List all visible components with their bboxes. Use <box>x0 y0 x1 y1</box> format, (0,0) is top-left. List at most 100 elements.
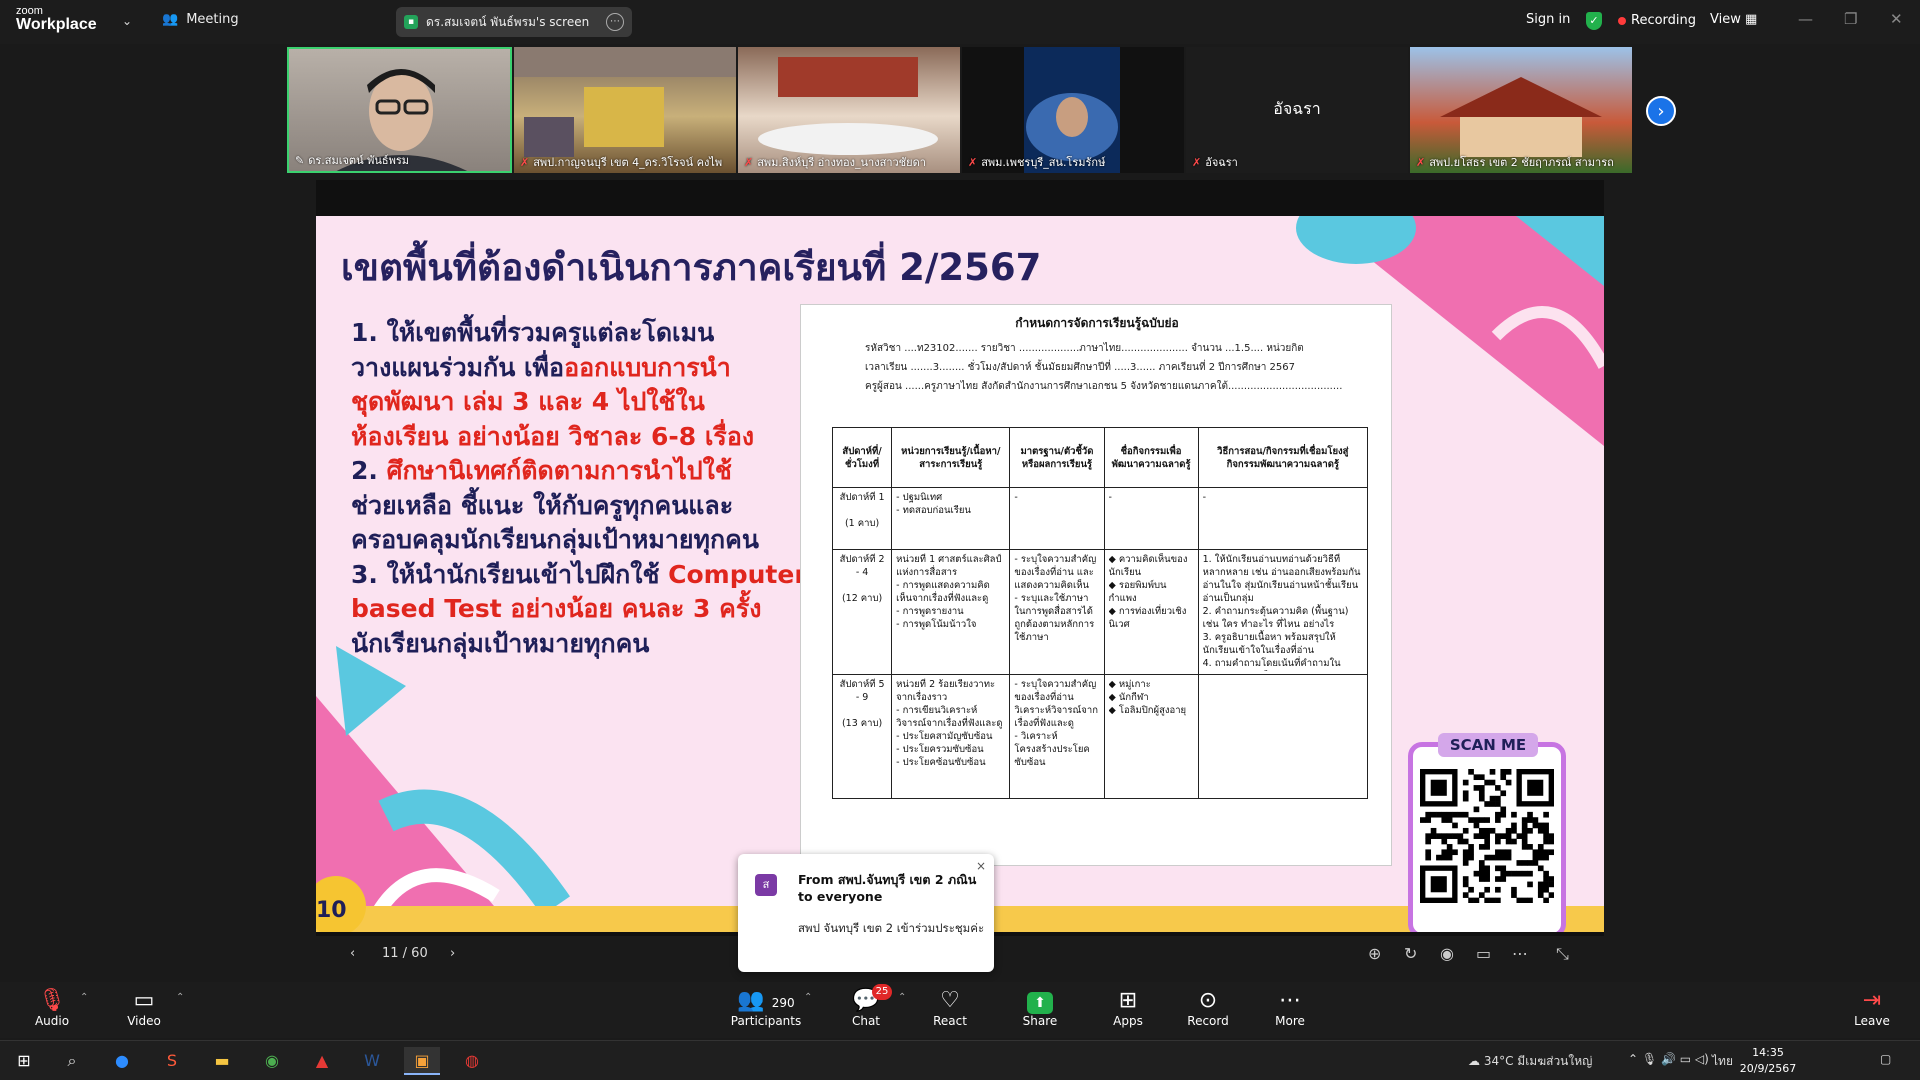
zoom-app-icon[interactable]: ● <box>104 1047 140 1075</box>
doc-title: กำหนดการจัดการเรียนรู้ฉบับย่อ <box>1015 316 1179 330</box>
apps-label: Apps <box>1113 1014 1143 1028</box>
table-cell: หน่วยที่ 2 ร้อยเรียงวาทะจากเรื่องราว - ก… <box>891 674 1011 799</box>
table-cell: - <box>1197 487 1369 550</box>
language-indicator[interactable]: ไทย <box>1712 1052 1733 1071</box>
table-cell: - <box>1103 487 1199 550</box>
mic-muted-icon: ✗ <box>744 155 754 169</box>
record-label: Record <box>1187 1014 1229 1028</box>
apps-button[interactable]: ⊞ Apps <box>1088 988 1168 1028</box>
chevron-up-icon[interactable]: ⌃ <box>80 992 88 1003</box>
more-options-icon[interactable]: ⋯ <box>606 13 624 31</box>
table-cell: สัปดาห์ที่ 5 - 9 (13 คาบ) <box>831 674 893 799</box>
chevron-down-icon[interactable]: ⌄ <box>122 14 132 28</box>
mic-icon: 🎙 <box>1641 1052 1658 1066</box>
notifications-icon[interactable]: ▢ <box>1880 1052 1891 1066</box>
participant-name: ✗ สพป.ยโสธร เขต 2 ชัยฤาภรณ์ สามารถ <box>1416 155 1614 170</box>
chat-button[interactable]: 💬 25 Chat ⌃ <box>826 984 906 1028</box>
view-button[interactable]: View ▦ <box>1710 12 1757 27</box>
share-source-icon: ▪ <box>404 15 418 29</box>
video-button[interactable]: ▭ Video ⌃ <box>104 988 184 1028</box>
chat-notification[interactable]: ส From สพป.จันทบุรี เขต 2 ภณิน to everyo… <box>738 854 994 972</box>
exit-fullscreen-icon[interactable]: ⤡ <box>1556 944 1569 964</box>
chrome-icon[interactable]: ◉ <box>254 1047 290 1075</box>
participant-name: ✗ สพป.กาญจนบุรี เขต 4_ดร.วิโรจน์ คงไพ <box>520 155 723 170</box>
apps-icon: ⊞ <box>1118 988 1138 1013</box>
rotate-icon[interactable]: ↻ <box>1404 944 1417 963</box>
chevron-up-icon[interactable]: ⌃ <box>176 992 184 1003</box>
next-slide-button[interactable]: › <box>450 946 455 961</box>
word-app-icon[interactable]: W <box>354 1047 390 1075</box>
participants-icon: 👥 290 <box>737 988 795 1013</box>
slide-text-span: based Test อย่างน้อย คนละ 3 ครั้ง <box>351 594 762 623</box>
chevron-up-icon[interactable]: ⌃ <box>898 992 906 1003</box>
audio-share-icon[interactable]: ◉ <box>1440 944 1454 963</box>
slide-text-span: ครอบคลุมนักเรียนกลุ่มเป้าหมายทุกคน <box>351 525 759 554</box>
close-icon[interactable]: ✕ <box>1890 10 1903 28</box>
search-icon[interactable]: ⌕ <box>54 1047 90 1075</box>
video-tile[interactable]: ✗ สพม.สิงห์บุรี อ่างทอง_นางสาวชัยดา <box>738 47 960 173</box>
date-text: 20/9/2567 <box>1739 1062 1797 1075</box>
table-cell-text: หน่วยที่ 2 ร้อยเรียงวาทะจากเรื่องราว - ก… <box>896 679 1003 768</box>
pdf-app-icon[interactable]: ▲ <box>304 1047 340 1075</box>
table-cell: ◆ ความคิดเห็นของนักเรียน ◆ รอยพิมพ์บนกำแ… <box>1103 549 1199 675</box>
video-tile[interactable]: ✗ สพม.เพชรบุรี_สน.โรมรักษ์ <box>962 47 1184 173</box>
window-icon[interactable]: ▭ <box>1476 944 1491 963</box>
mic-muted-icon: ✗ <box>968 155 978 169</box>
slide-text-span: ออกแบบการนำ <box>564 352 731 382</box>
table-row: สัปดาห์ที่ 1 (1 คาบ) - ปฐมนิเทศ - ทดสอบก่… <box>831 487 1369 550</box>
mic-muted-icon: ✗ <box>1192 155 1202 169</box>
react-button[interactable]: ♡ React <box>910 988 990 1028</box>
audio-button[interactable]: 🎙 Audio ⌃ <box>12 988 92 1028</box>
participants-button[interactable]: 👥 290 Participants ⌃ <box>716 988 816 1028</box>
table-cell: 1. ให้นักเรียนอ่านบทอ่านด้วยวิธีที่หลากห… <box>1197 549 1369 675</box>
sign-in-link[interactable]: Sign in <box>1526 12 1570 27</box>
security-shield-icon[interactable]: ✓ <box>1586 12 1602 30</box>
zoom-logo: zoom Workplace <box>16 6 97 33</box>
participant-name: ✎ ดร.สมเจตน์ พันธ์พรม <box>295 153 409 168</box>
meeting-menu-button[interactable]: 👥 Meeting <box>162 12 239 27</box>
leave-button[interactable]: ⇥ Leave <box>1832 988 1912 1028</box>
presentation-slide: 10 เขตพื้นที่ต้องดำเนินการภาคเรียนที่ 2/… <box>316 216 1604 932</box>
video-tile[interactable]: ✗ สพป.ยโสธร เขต 2 ชัยฤาภรณ์ สามารถ <box>1410 47 1632 173</box>
video-label: Video <box>127 1014 161 1028</box>
presentation-app-icon[interactable]: ▣ <box>404 1047 440 1075</box>
close-icon[interactable]: × <box>976 859 986 873</box>
clock[interactable]: 14:35 20/9/2567 <box>1738 1045 1798 1077</box>
heart-icon: ♡ <box>940 988 960 1013</box>
video-tile[interactable]: ✗ สพป.กาญจนบุรี เขต 4_ดร.วิโรจน์ คงไพ <box>514 47 736 173</box>
table-row: สัปดาห์ที่ 5 - 9 (13 คาบ) หน่วยที่ 2 ร้อย… <box>831 674 1369 799</box>
video-tile[interactable]: ✎ ดร.สมเจตน์ พันธ์พรม <box>287 47 512 173</box>
lesson-plan-table: สัปดาห์ที่/ชั่วโมงที่ หน่วยการเรียนรู้/เน… <box>831 427 1369 799</box>
zoom-in-icon[interactable]: ⊕ <box>1368 944 1381 963</box>
table-cell-text: - ระบุใจความสำคัญของเรื่องที่อ่าน วิเครา… <box>1014 679 1098 768</box>
chat-icon: 💬 <box>852 988 880 1013</box>
folder-icon[interactable]: ▬ <box>204 1047 240 1075</box>
tray-icons[interactable]: ⌃ 🎙 🔊 ▭ ◁) <box>1628 1052 1709 1066</box>
screen-share-indicator[interactable]: ▪ ดร.สมเจตน์ พันธ์พรม's screen ⋯ <box>396 7 632 37</box>
meeting-toolbar: 🎙 Audio ⌃ ▭ Video ⌃ 👥 290 Participants ⌃… <box>0 982 1920 1038</box>
time-text: 14:35 <box>1752 1046 1784 1059</box>
next-page-arrow-icon[interactable]: › <box>1646 96 1676 126</box>
maximize-icon[interactable]: ❐ <box>1844 10 1857 28</box>
windows-start-icon[interactable]: ⊞ <box>6 1047 42 1075</box>
record-button[interactable]: ⊙ Record <box>1168 988 1248 1028</box>
recorder-app-icon[interactable]: ◍ <box>454 1047 490 1075</box>
recording-indicator[interactable]: Recording <box>1618 13 1696 28</box>
more-icon[interactable]: ⋯ <box>1512 944 1528 963</box>
table-cell <box>1197 674 1369 799</box>
view-label: View <box>1710 12 1741 27</box>
table-cell-text: สัปดาห์ที่ 2 - 4 (12 คาบ) <box>839 554 885 604</box>
table-cell: หน่วยที่ 1 ศาสตร์และศิลป์แห่งการสื่อสาร … <box>891 549 1011 675</box>
table-cell-text: - <box>1202 492 1207 503</box>
prev-slide-button[interactable]: ‹ <box>350 946 355 961</box>
more-button[interactable]: ⋯ More <box>1250 988 1330 1028</box>
slides-app-icon[interactable]: S <box>154 1047 190 1075</box>
table-header-cell: ชื่อกิจกรรมเพื่อพัฒนาความฉลาดรู้ <box>1103 427 1199 488</box>
weather-widget[interactable]: ☁ 34°C มีเมฆส่วนใหญ่ <box>1468 1052 1592 1071</box>
share-button[interactable]: ⬆ Share <box>1000 988 1080 1028</box>
chevron-up-icon[interactable]: ⌃ <box>804 992 812 1003</box>
meeting-label: Meeting <box>186 12 239 27</box>
minimize-icon[interactable]: — <box>1798 10 1813 28</box>
video-tile[interactable]: อัจฉรา ✗ อัจฉรา <box>1186 47 1408 173</box>
table-cell: สัปดาห์ที่ 2 - 4 (12 คาบ) <box>831 549 893 675</box>
